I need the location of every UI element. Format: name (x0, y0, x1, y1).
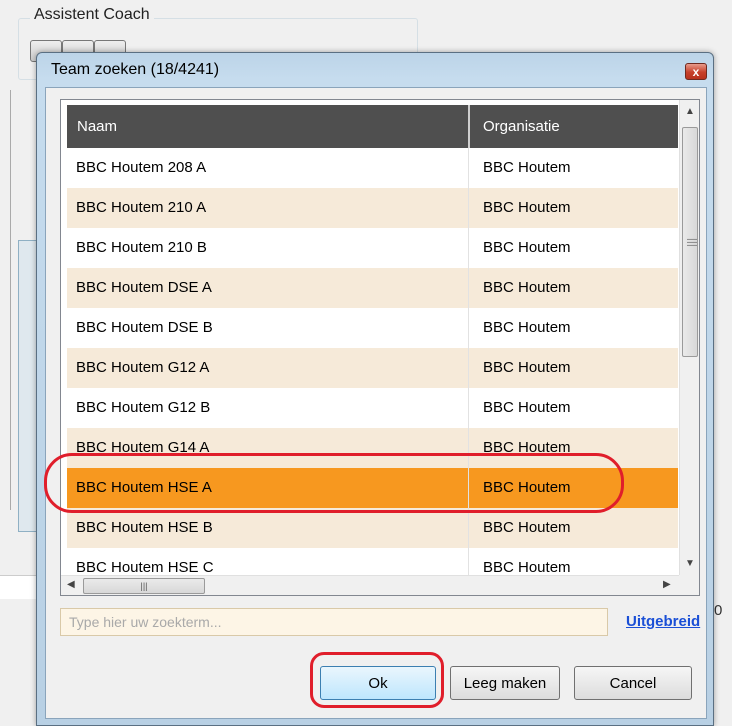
cell-naam: BBC Houtem HSE B (76, 519, 213, 536)
dialog-client-area: Naam Organisatie BBC Houtem 208 A BBC Hou… (45, 87, 707, 719)
table-row[interactable]: BBC Houtem G12 A BBC Houtem (67, 348, 678, 388)
cell-organisatie: BBC Houtem (483, 399, 571, 416)
clear-button[interactable]: Leeg maken (450, 666, 560, 700)
table-row-selected[interactable]: BBC Houtem HSE A BBC Houtem (67, 468, 678, 508)
cell-organisatie: BBC Houtem (483, 199, 571, 216)
advanced-search-link[interactable]: Uitgebreid (626, 613, 700, 630)
table-row[interactable]: BBC Houtem G14 A BBC Houtem (67, 428, 678, 468)
row-separator (468, 468, 469, 508)
scroll-up-arrow-icon[interactable]: ▲ (685, 106, 695, 117)
table-row[interactable]: BBC Houtem 210 B BBC Houtem (67, 228, 678, 268)
cell-naam: BBC Houtem DSE A (76, 279, 212, 296)
team-search-dialog: Team zoeken (18/4241) x Naam Organisatie… (36, 52, 714, 726)
table-row[interactable]: BBC Houtem DSE A BBC Houtem (67, 268, 678, 308)
table-row[interactable]: BBC Houtem 210 A BBC Houtem (67, 188, 678, 228)
table-row[interactable]: BBC Houtem 208 A BBC Houtem (67, 148, 678, 188)
cell-naam: BBC Houtem G12 A (76, 359, 210, 376)
scroll-down-arrow-icon[interactable]: ▼ (685, 558, 695, 569)
team-grid: Naam Organisatie BBC Houtem 208 A BBC Hou… (60, 99, 700, 596)
row-separator (468, 428, 469, 468)
cell-naam: BBC Houtem G12 B (76, 399, 211, 416)
ok-button[interactable]: Ok (320, 666, 436, 700)
table-row[interactable]: BBC Houtem DSE B BBC Houtem (67, 308, 678, 348)
row-separator (468, 348, 469, 388)
grid-header: Naam Organisatie (67, 105, 678, 148)
horizontal-scrollbar[interactable]: ◀ ||| ▶ (61, 575, 679, 595)
cell-naam: BBC Houtem 208 A (76, 159, 207, 176)
bg-divider (10, 90, 11, 510)
column-resize-handle[interactable] (468, 105, 470, 148)
row-separator (468, 268, 469, 308)
bg-right-fragment: 0 (714, 602, 723, 619)
row-separator (468, 148, 469, 188)
cell-naam: BBC Houtem HSE A (76, 479, 212, 496)
cell-organisatie: BBC Houtem (483, 159, 571, 176)
vertical-scroll-thumb[interactable]: — — — (682, 127, 698, 357)
cell-organisatie: BBC Houtem (483, 359, 571, 376)
scroll-right-arrow-icon[interactable]: ▶ (663, 579, 671, 590)
grip-icon: — — — (687, 234, 697, 251)
cell-naam: BBC Houtem 210 A (76, 199, 207, 216)
table-row[interactable]: BBC Houtem HSE B BBC Houtem (67, 508, 678, 548)
close-button[interactable]: x (685, 63, 707, 80)
dialog-title: Team zoeken (18/4241) (51, 61, 220, 78)
bg-bottom-field (0, 575, 36, 599)
cell-naam: BBC Houtem 210 B (76, 239, 207, 256)
column-header-naam[interactable]: Naam (77, 105, 117, 148)
scroll-left-arrow-icon[interactable]: ◀ (67, 579, 75, 590)
cell-naam: BBC Houtem DSE B (76, 319, 213, 336)
assistant-coach-label: Assistent Coach (30, 6, 154, 24)
row-separator (468, 308, 469, 348)
search-input[interactable] (60, 608, 608, 636)
row-separator (468, 228, 469, 268)
horizontal-scroll-thumb[interactable]: ||| (83, 578, 205, 594)
close-icon: x (692, 65, 700, 79)
cell-organisatie: BBC Houtem (483, 439, 571, 456)
cell-organisatie: BBC Houtem (483, 319, 571, 336)
cell-organisatie: BBC Houtem (483, 279, 571, 296)
row-separator (468, 508, 469, 548)
row-separator (468, 188, 469, 228)
scrollbar-corner (679, 575, 699, 595)
cell-organisatie: BBC Houtem (483, 239, 571, 256)
cell-organisatie: BBC Houtem (483, 479, 571, 496)
vertical-scrollbar[interactable]: ▲ — — — ▼ (679, 100, 699, 575)
row-separator (468, 388, 469, 428)
cell-naam: BBC Houtem G14 A (76, 439, 210, 456)
cell-organisatie: BBC Houtem (483, 519, 571, 536)
cancel-button[interactable]: Cancel (574, 666, 692, 700)
column-header-organisatie[interactable]: Organisatie (483, 105, 560, 148)
table-row[interactable]: BBC Houtem G12 B BBC Houtem (67, 388, 678, 428)
